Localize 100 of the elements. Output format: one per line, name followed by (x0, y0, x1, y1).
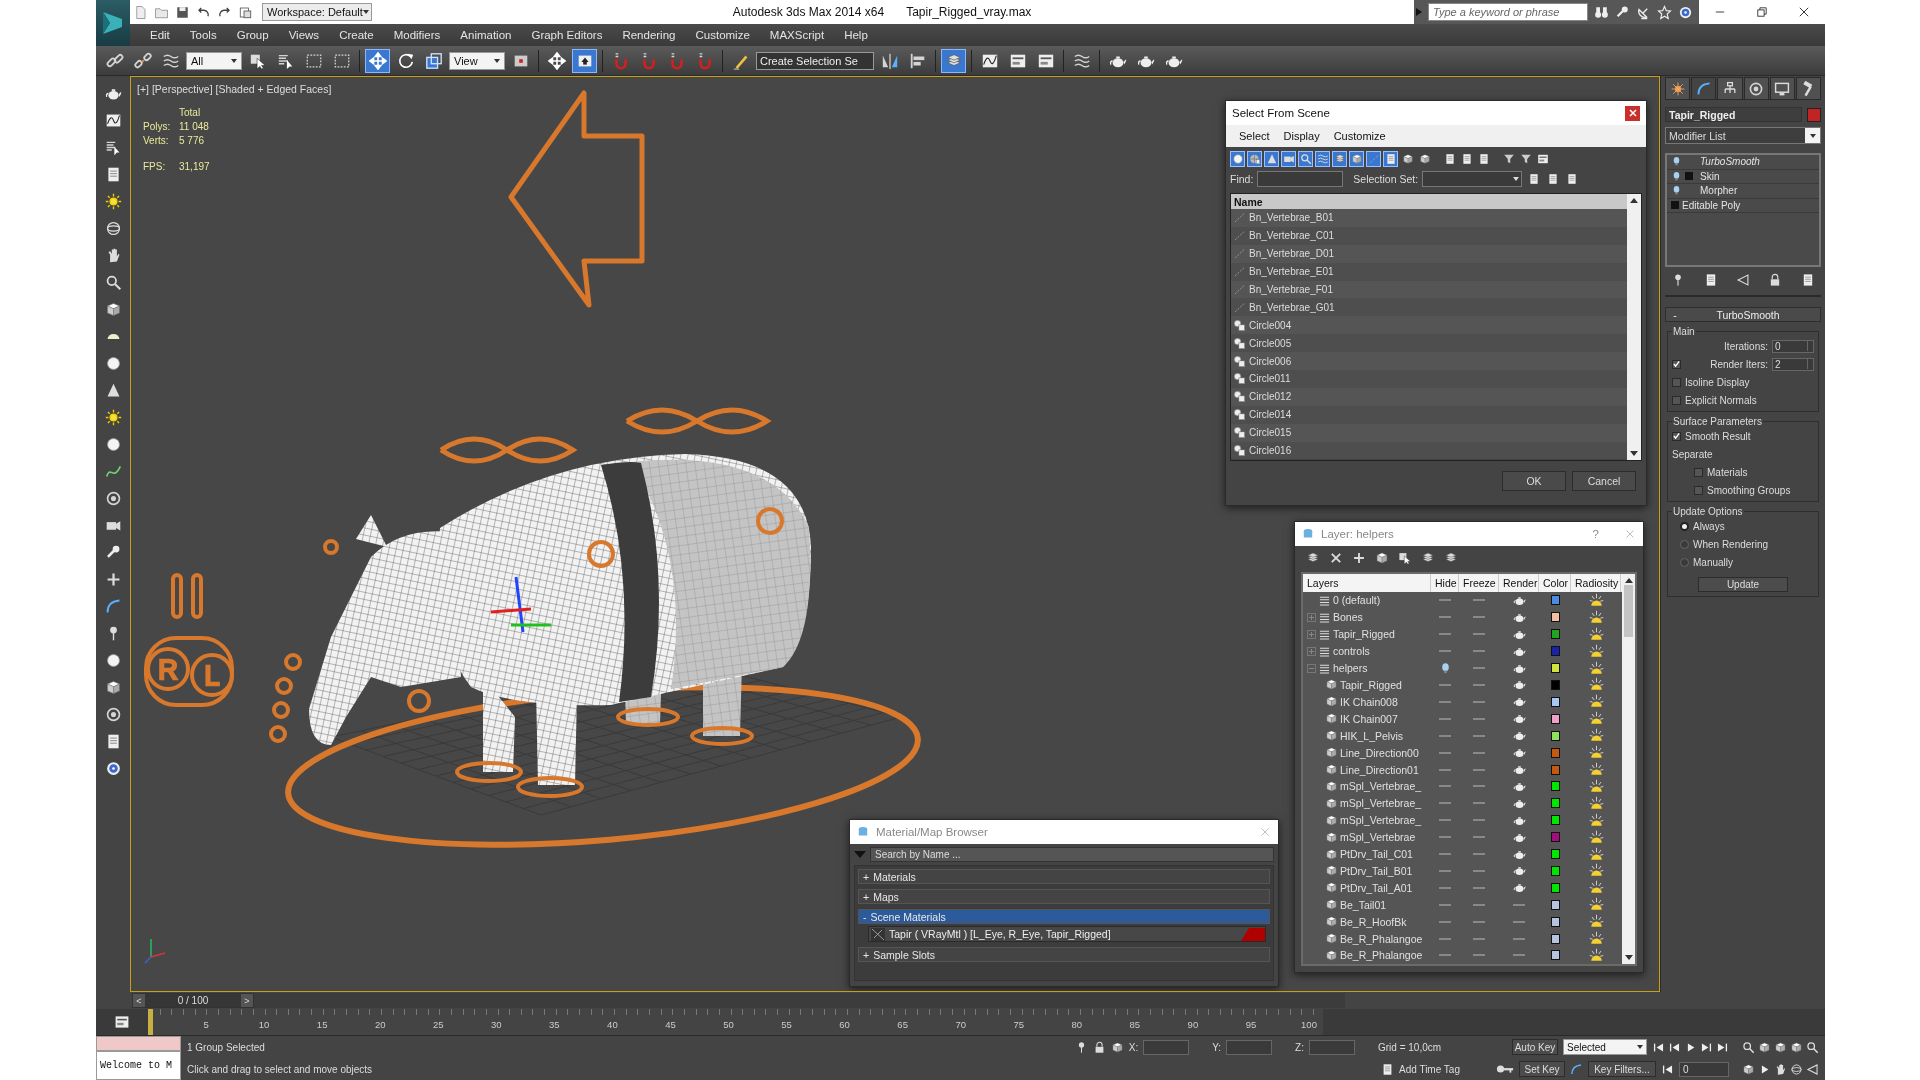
rollout-header[interactable]: - TurboSmooth (1665, 307, 1821, 322)
menu-item[interactable]: Views (278, 29, 330, 41)
viewport-label[interactable]: [+] [Perspective] [Shaded + Edged Faces] (137, 83, 332, 95)
object-name[interactable]: Circle015 (1249, 427, 1292, 439)
object-name[interactable]: Circle006 (1249, 355, 1292, 367)
object-name[interactable]: Circle012 (1249, 391, 1292, 403)
ok-button[interactable]: OK (1502, 471, 1566, 491)
menu-item[interactable]: Help (834, 29, 878, 41)
object-name[interactable]: Bn_Vertebrae_F01 (1249, 284, 1333, 295)
layer-name[interactable]: PtDrv_Tail_C01 (1340, 848, 1413, 861)
layer-name[interactable]: Tapir_Rigged (1340, 679, 1402, 691)
column-header[interactable]: Hide (1431, 574, 1459, 592)
update-button[interactable]: Update (1698, 577, 1788, 592)
column-header[interactable]: Render (1499, 574, 1539, 592)
menu-item[interactable]: Rendering (612, 29, 686, 41)
layer-name[interactable]: Tapir_Rigged (1333, 628, 1395, 641)
layer-name[interactable]: Be_R_HoofBk (1340, 915, 1407, 928)
menu-item[interactable]: Display (1276, 130, 1327, 142)
column-header[interactable]: Freeze (1459, 574, 1499, 592)
menu-item[interactable]: Create (329, 29, 384, 41)
number-spinner[interactable]: 0 (1772, 339, 1814, 353)
layer-name[interactable]: helpers (1333, 662, 1368, 675)
section-header[interactable]: + Materials (858, 869, 1270, 884)
layer-name[interactable]: mSpl_Vertebrae_ (1340, 797, 1422, 810)
layer-name[interactable]: Be_Tail01 (1340, 898, 1387, 911)
help-button[interactable]: ? (1592, 528, 1599, 540)
auto-key-button[interactable]: Auto Key (1512, 1039, 1558, 1055)
menu-item[interactable]: Modifiers (383, 29, 451, 41)
search-field[interactable]: Type a keyword or phrase (1428, 3, 1588, 21)
workspace-dropdown[interactable]: Workspace: Default (262, 3, 372, 21)
layer-name[interactable]: controls (1333, 645, 1370, 658)
layer-name[interactable]: Bones (1333, 611, 1363, 624)
key-filters-button[interactable]: Key Filters... (1588, 1061, 1656, 1077)
layer-name[interactable]: PtDrv_Tail_B01 (1340, 864, 1413, 877)
object-name[interactable]: Bn_Vertebrae_E01 (1249, 266, 1334, 278)
listener-output[interactable]: Welcome to M (96, 1051, 181, 1080)
object-name[interactable]: Circle016 (1249, 445, 1292, 456)
menu-item[interactable]: Customize (685, 29, 760, 41)
section-header[interactable]: + Maps (858, 889, 1270, 904)
object-name[interactable]: Circle014 (1249, 409, 1292, 421)
layer-name[interactable]: Be_R_Phalangoe (1340, 949, 1423, 962)
layer-name[interactable]: IK Chain008 (1340, 695, 1398, 708)
menu-item[interactable]: Graph Editors (521, 29, 613, 41)
menu-item[interactable]: Tools (179, 29, 227, 41)
menu-item[interactable]: Animation (450, 29, 522, 41)
layer-name[interactable]: 0 (default) (1333, 594, 1381, 607)
layer-name[interactable]: Line_Direction01 (1340, 763, 1419, 776)
object-name[interactable]: Bn_Vertebrae_C01 (1249, 230, 1335, 242)
frame-field[interactable]: 0 (1679, 1061, 1729, 1077)
section-header[interactable]: - Scene Materials (858, 909, 1270, 924)
object-name-field[interactable]: Tapir_Rigged (1665, 107, 1802, 122)
search-field[interactable]: Search by Name ... (870, 847, 1274, 862)
checkbox-label: Smooth Result (1685, 430, 1751, 442)
material-item[interactable]: Tapir ( VRayMtl ) [L_Eye, R_Eye, Tapir_Rigged] (868, 926, 1266, 942)
layer-name[interactable]: mSpl_Vertebrae_ (1340, 780, 1422, 793)
next-frame-button[interactable]: > (241, 994, 253, 1007)
modifier-list-dropdown[interactable]: Modifier List (1665, 127, 1821, 144)
column-header[interactable]: Layers (1303, 574, 1431, 592)
previous-frame-button[interactable]: < (133, 994, 145, 1007)
modifier-name[interactable]: TurboSmooth (1700, 156, 1760, 168)
object-name[interactable]: Bn_Vertebrae_D01 (1249, 248, 1335, 260)
cancel-button[interactable]: Cancel (1572, 471, 1636, 491)
column-header[interactable]: Name (1231, 194, 1627, 209)
modifier-name[interactable]: Morpher (1700, 185, 1738, 197)
layer-name[interactable]: HIK_L_Pelvis (1340, 729, 1404, 742)
column-header[interactable]: Color (1539, 574, 1571, 592)
column-header[interactable]: Radiosity (1571, 574, 1621, 592)
object-name[interactable]: Circle011 (1249, 373, 1291, 385)
number-spinner[interactable]: 2 (1772, 357, 1814, 371)
object-name[interactable]: Circle005 (1249, 337, 1292, 349)
toolbar-dropdown[interactable]: View (449, 51, 505, 70)
menu-item[interactable]: MAXScript (759, 29, 835, 41)
stats-label: Polys: (143, 121, 172, 132)
coordinate-label: X: (1128, 1041, 1139, 1053)
menu-item[interactable]: Edit (140, 29, 180, 41)
time-slider-track[interactable]: < 0 / 100 > (132, 993, 1345, 1008)
layer-name[interactable]: mSpl_Vertebrae (1340, 831, 1416, 844)
menu-item[interactable]: Customize (1326, 130, 1393, 142)
menu-item[interactable]: Select (1232, 130, 1277, 142)
section-header[interactable]: + Sample Slots (858, 947, 1270, 962)
object-name[interactable]: Bn_Vertebrae_G01 (1249, 301, 1335, 313)
modifier-name[interactable]: Editable Poly (1682, 199, 1741, 211)
layer-name[interactable]: Be_R_Phalangoe (1340, 932, 1423, 945)
time-slider[interactable]: < 0 / 100 > (132, 993, 254, 1008)
menu-item[interactable]: Group (226, 29, 279, 41)
toolbar-dropdown[interactable]: All (186, 51, 242, 70)
object-name[interactable]: Bn_Vertebrae_B01 (1249, 212, 1334, 224)
selection-set-field[interactable]: Create Selection Se (756, 51, 874, 70)
key-mode-dropdown[interactable]: Selected (1563, 1039, 1647, 1055)
track-bar[interactable]: 5 10 15 20 25 30 35 40 45 50 55 60 65 70 75 80 85 90 95 100 (148, 1009, 1323, 1035)
set-key-button[interactable]: Set Key (1519, 1061, 1565, 1077)
frame-number: 80 (1071, 1019, 1083, 1030)
layer-name[interactable]: Line_Direction00 (1340, 746, 1419, 759)
layer-name[interactable]: IK Chain007 (1340, 712, 1398, 725)
object-name[interactable]: Circle004 (1249, 319, 1292, 331)
layer-name[interactable]: PtDrv_Tail_A01 (1340, 881, 1413, 894)
modifier-name[interactable]: Skin (1700, 170, 1720, 182)
add-time-tag-label[interactable]: Add Time Tag (1399, 1063, 1491, 1075)
rig-letter: L (204, 661, 220, 691)
layer-name[interactable]: mSpl_Vertebrae_ (1340, 814, 1422, 827)
